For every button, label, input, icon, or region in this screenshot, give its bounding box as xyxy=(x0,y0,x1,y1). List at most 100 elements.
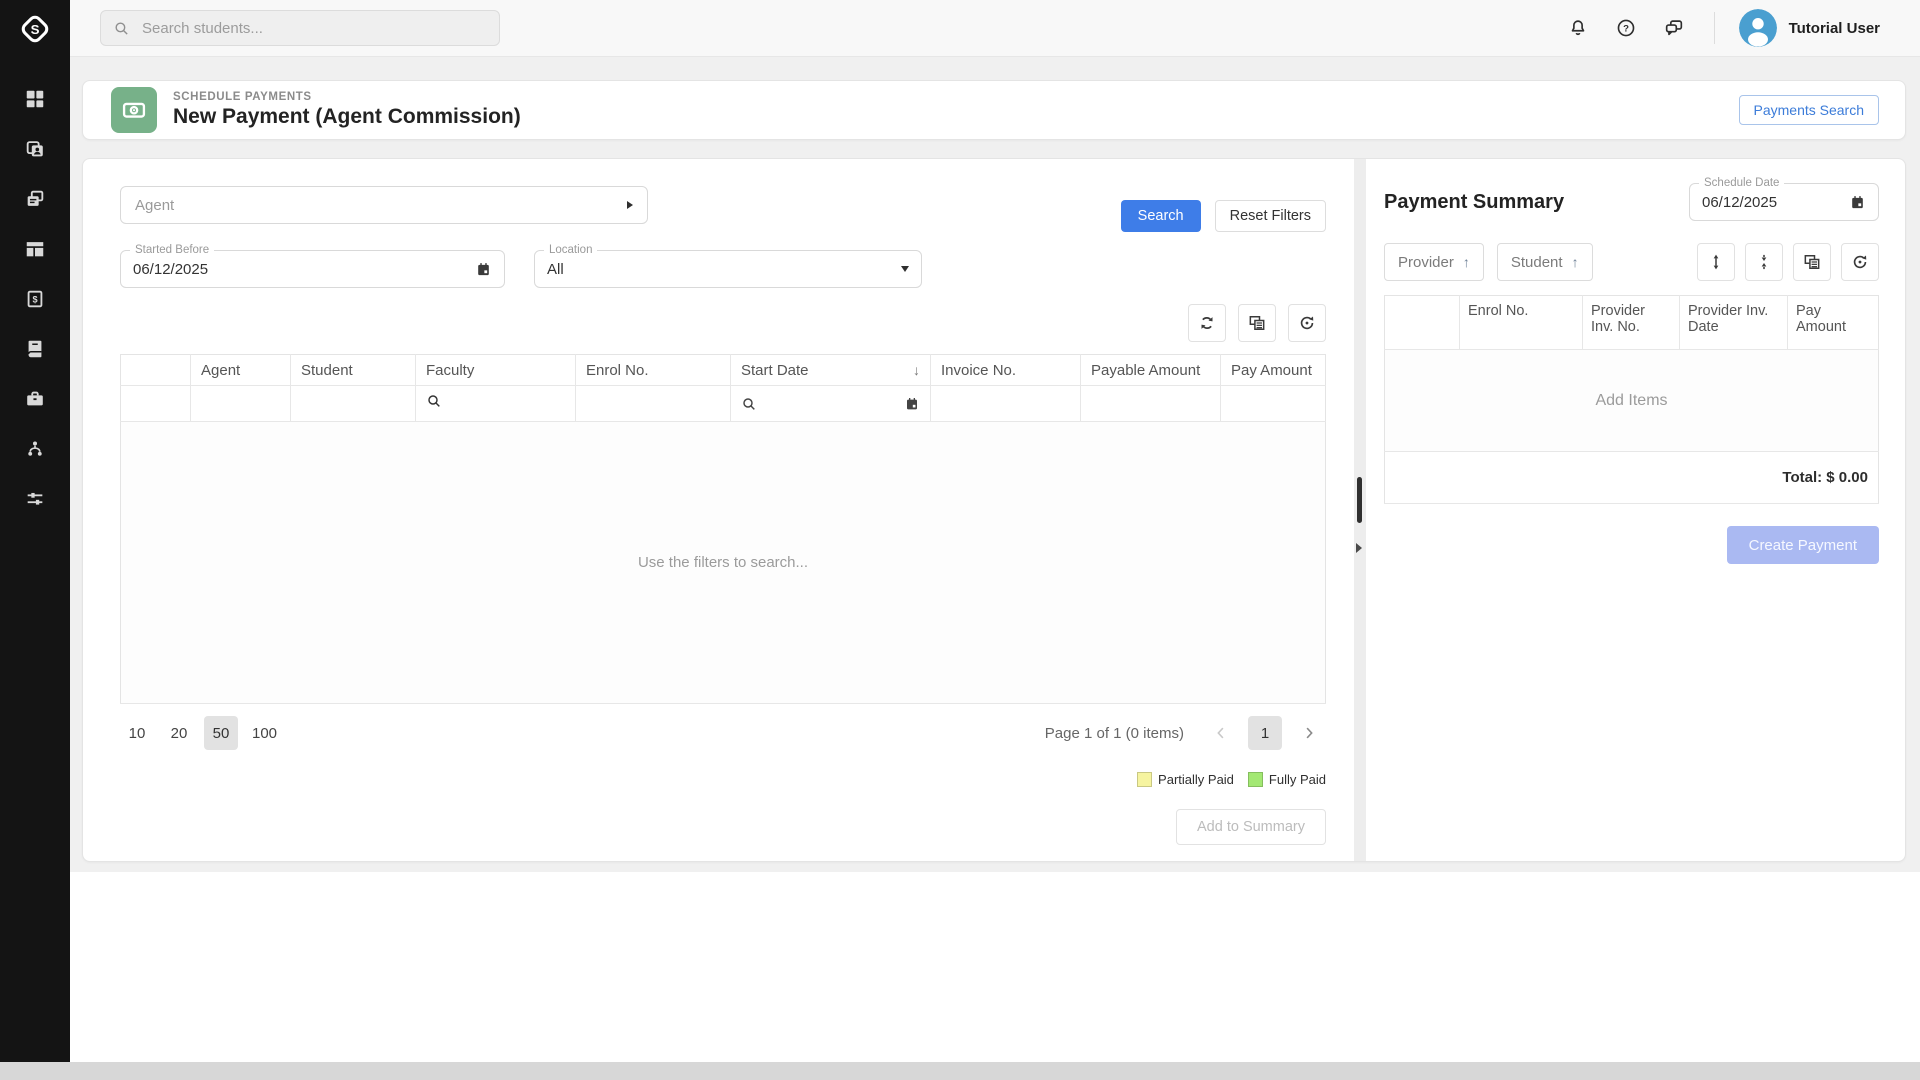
refresh-button[interactable] xyxy=(1188,304,1226,342)
filter-cell-pay-amount[interactable] xyxy=(1221,386,1326,422)
summary-title: Payment Summary xyxy=(1384,191,1689,214)
reset-layout-button[interactable] xyxy=(1288,304,1326,342)
status-legend: Partially Paid Fully Paid xyxy=(120,772,1326,787)
sidebar-item-courses[interactable] xyxy=(0,224,70,274)
results-pane: Agent Started Before 06/12/2025 xyxy=(83,159,1354,861)
column-header-faculty[interactable]: Faculty xyxy=(416,355,576,386)
page-size-20[interactable]: 20 xyxy=(162,716,196,750)
schedule-date-calendar-button[interactable] xyxy=(1849,194,1866,211)
splitter-handle[interactable] xyxy=(1357,477,1362,523)
summary-column-provider-inv-no[interactable]: Provider Inv. No. xyxy=(1583,296,1680,350)
column-header-start-date[interactable]: Start Date ↓ xyxy=(731,355,931,386)
filter-cell-enrol-no[interactable] xyxy=(576,386,731,422)
filters-row-2: Started Before 06/12/2025 xyxy=(120,250,1326,288)
banknote-icon xyxy=(120,96,148,124)
sidebar-item-agents[interactable] xyxy=(0,424,70,474)
page-size-selector: 10 20 50 100 xyxy=(120,716,283,750)
results-empty-message: Use the filters to search... xyxy=(121,422,1326,704)
sidebar-item-payments[interactable]: $ xyxy=(0,274,70,324)
logo-icon: S xyxy=(16,10,54,48)
agent-select[interactable]: Agent xyxy=(120,186,648,224)
filter-cell-agent[interactable] xyxy=(191,386,291,422)
notifications-button[interactable] xyxy=(1566,16,1590,40)
group-chips-row: Provider ↑ Student ↑ xyxy=(1384,243,1879,281)
sort-descending-icon: ↓ xyxy=(913,362,920,378)
reset-filters-button[interactable]: Reset Filters xyxy=(1215,200,1326,232)
help-button[interactable]: ? xyxy=(1614,16,1638,40)
summary-toolbar xyxy=(1697,243,1879,281)
pagination-bar: 10 20 50 100 Page 1 of 1 (0 items) xyxy=(120,716,1326,750)
location-select[interactable]: Location All xyxy=(534,250,922,288)
summary-reset-layout-button[interactable] xyxy=(1841,243,1879,281)
sliders-icon xyxy=(24,488,46,510)
filter-cell-faculty[interactable] xyxy=(416,386,576,422)
page-header-card: SCHEDULE PAYMENTS New Payment (Agent Com… xyxy=(82,80,1906,140)
main-area: ? xyxy=(70,0,1920,1062)
page-header-icon-tile xyxy=(111,87,157,133)
bell-icon xyxy=(1567,17,1589,39)
sidebar-item-settings[interactable] xyxy=(0,474,70,524)
page-number-1[interactable]: 1 xyxy=(1248,716,1282,750)
revert-icon xyxy=(1850,252,1870,272)
search-icon xyxy=(426,393,442,409)
sidebar-item-applications[interactable] xyxy=(0,174,70,224)
person-card-icon xyxy=(24,138,46,160)
payments-search-button[interactable]: Payments Search xyxy=(1739,95,1880,125)
sidebar-item-subjects[interactable] xyxy=(0,324,70,374)
filter-cell-start-date[interactable] xyxy=(731,386,931,422)
search-button[interactable]: Search xyxy=(1121,200,1201,232)
chat-button[interactable] xyxy=(1662,16,1686,40)
chat-bubbles-icon xyxy=(1663,17,1685,39)
create-payment-row: Create Payment xyxy=(1384,526,1879,564)
agent-select-placeholder: Agent xyxy=(135,197,627,214)
schedule-date-value: 06/12/2025 xyxy=(1702,194,1849,211)
search-input[interactable] xyxy=(140,19,487,38)
create-payment-button[interactable]: Create Payment xyxy=(1727,526,1879,564)
help-icon: ? xyxy=(1615,17,1637,39)
expand-all-button[interactable] xyxy=(1697,243,1735,281)
group-chip-provider[interactable]: Provider ↑ xyxy=(1384,243,1484,281)
collapse-all-button[interactable] xyxy=(1745,243,1783,281)
filter-cell-invoice-no[interactable] xyxy=(931,386,1081,422)
next-page-button[interactable] xyxy=(1292,716,1326,750)
dollar-slip-icon: $ xyxy=(24,288,46,310)
page-size-100[interactable]: 100 xyxy=(246,716,283,750)
calendar-icon[interactable] xyxy=(904,396,920,412)
page-size-10[interactable]: 10 xyxy=(120,716,154,750)
app-logo[interactable]: S xyxy=(0,0,70,58)
started-before-field[interactable]: Started Before 06/12/2025 xyxy=(120,250,505,288)
column-header-enrol-no[interactable]: Enrol No. xyxy=(576,355,731,386)
filter-cell-select xyxy=(121,386,191,422)
column-header-invoice-no[interactable]: Invoice No. xyxy=(931,355,1081,386)
fully-paid-swatch xyxy=(1248,772,1263,787)
summary-column-chooser-button[interactable] xyxy=(1793,243,1831,281)
column-header-agent[interactable]: Agent xyxy=(191,355,291,386)
previous-page-button[interactable] xyxy=(1204,716,1238,750)
calendar-icon xyxy=(1849,194,1866,211)
sidebar-item-dashboard[interactable] xyxy=(0,74,70,124)
column-chooser-button[interactable] xyxy=(1238,304,1276,342)
group-chip-student[interactable]: Student ↑ xyxy=(1497,243,1593,281)
filter-cell-student[interactable] xyxy=(291,386,416,422)
filter-cell-payable-amount[interactable] xyxy=(1081,386,1221,422)
splitter-collapse-arrow-icon[interactable] xyxy=(1356,543,1362,553)
column-header-student[interactable]: Student xyxy=(291,355,416,386)
column-header-pay-amount[interactable]: Pay Amount xyxy=(1221,355,1326,386)
sidebar-item-students[interactable] xyxy=(0,124,70,174)
legend-partially-paid: Partially Paid xyxy=(1137,772,1234,787)
summary-column-pay-amount[interactable]: Pay Amount xyxy=(1788,296,1879,350)
partially-paid-label: Partially Paid xyxy=(1158,772,1234,787)
chevron-right-icon xyxy=(1300,724,1318,742)
schedule-date-label: Schedule Date xyxy=(1699,176,1784,190)
schedule-date-field[interactable]: Schedule Date 06/12/2025 xyxy=(1689,183,1879,221)
user-menu[interactable]: Tutorial User xyxy=(1739,9,1880,47)
sidebar-item-employers[interactable] xyxy=(0,374,70,424)
pane-splitter[interactable] xyxy=(1354,159,1366,861)
filters-panel: Agent Started Before 06/12/2025 xyxy=(120,186,1326,288)
summary-column-provider-inv-date[interactable]: Provider Inv. Date xyxy=(1680,296,1788,350)
page-size-50[interactable]: 50 xyxy=(204,716,238,750)
add-to-summary-button[interactable]: Add to Summary xyxy=(1176,809,1326,845)
column-header-payable-amount[interactable]: Payable Amount xyxy=(1081,355,1221,386)
summary-column-enrol-no[interactable]: Enrol No. xyxy=(1460,296,1583,350)
started-before-calendar-button[interactable] xyxy=(475,261,492,278)
